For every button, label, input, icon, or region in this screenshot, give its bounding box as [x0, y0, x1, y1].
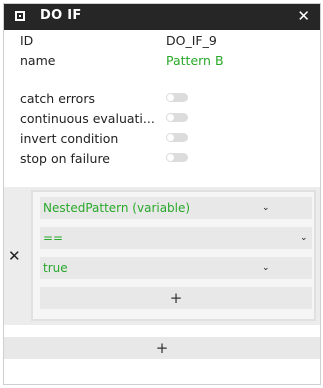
left-operand-select[interactable]: NestedPattern (variable) ⌄: [40, 197, 312, 219]
add-block-button[interactable]: +: [4, 337, 320, 359]
block-square-icon: [15, 11, 25, 21]
id-label: ID: [20, 33, 34, 48]
toggle-stop-on-failure[interactable]: [166, 153, 188, 162]
plus-icon: +: [169, 289, 183, 307]
chevron-down-icon: ⌄: [262, 263, 270, 273]
operator-value: ==: [43, 231, 64, 245]
remove-condition-icon[interactable]: ✕: [8, 247, 21, 265]
operator-select[interactable]: == ⌄: [40, 227, 312, 249]
chevron-down-icon: ⌄: [300, 233, 308, 243]
toggle-catch-errors[interactable]: [166, 93, 188, 102]
toggle-label-stop-on-failure: stop on failure: [20, 151, 110, 166]
toggle-label-continuous-evaluation: continuous evaluati...: [20, 111, 155, 126]
chevron-down-icon: ⌄: [262, 203, 270, 213]
right-operand-value: true: [43, 261, 68, 275]
toggle-continuous-evaluation[interactable]: [166, 113, 188, 122]
toggle-label-invert-condition: invert condition: [20, 131, 119, 146]
do-if-panel: DO IF ✕ ID DO_IF_9 name Pattern B catch …: [3, 3, 321, 385]
left-operand-value: NestedPattern (variable): [43, 201, 191, 215]
toggle-label-catch-errors: catch errors: [20, 91, 95, 106]
id-value: DO_IF_9: [166, 33, 217, 48]
panel-title: DO IF: [40, 8, 82, 23]
panel-header: DO IF ✕: [4, 4, 320, 30]
toggle-invert-condition[interactable]: [166, 133, 188, 142]
close-icon[interactable]: ✕: [297, 7, 310, 25]
add-condition-button[interactable]: +: [40, 287, 312, 309]
plus-icon: +: [155, 339, 169, 357]
right-operand-select[interactable]: true ⌄: [40, 257, 312, 279]
name-label: name: [20, 53, 56, 68]
name-value[interactable]: Pattern B: [166, 53, 224, 69]
